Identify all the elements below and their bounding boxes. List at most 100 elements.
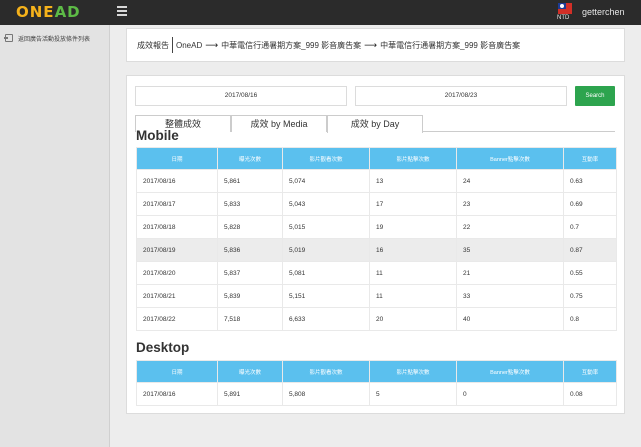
table-cell: 5,861 [217,169,283,193]
table-cell: 23 [456,192,564,216]
table-row: 2017/08/16 5,861 5,074 13 24 0.63 [136,169,617,193]
column-header[interactable]: 曝光次數 [217,147,283,170]
table-header-row: 日期 曝光次數 影片觀看次數 影片點擊次數 Banner點擊次數 互動率 [136,147,617,170]
breadcrumb-item[interactable]: OneAD [176,41,202,50]
table-cell: 2017/08/17 [136,192,218,216]
hamburger-menu-icon[interactable] [117,6,127,18]
table-cell: 24 [456,169,564,193]
table-row: 2017/08/17 5,833 5,043 17 23 0.69 [136,192,617,216]
table-cell: 0.55 [563,261,617,285]
breadcrumb-title: 成效報告 [137,40,169,50]
breadcrumb-item: 中華電信行通暑期方案_999 影音廣告案 [380,40,521,50]
table-cell: 0.7 [563,215,617,239]
table-cell: 17 [369,192,457,216]
search-button[interactable]: Search [575,86,615,106]
breadcrumb-divider [172,37,173,53]
column-header[interactable]: 日期 [136,360,218,383]
table-cell: 0.8 [563,307,617,331]
table-cell: 5,833 [217,192,283,216]
table-cell: 19 [369,215,457,239]
table-row: 2017/08/19 5,836 5,019 16 35 0.87 [136,238,617,262]
table-cell: 2017/08/20 [136,261,218,285]
table-row: 2017/08/18 5,828 5,015 19 22 0.7 [136,215,617,239]
column-header[interactable]: 曝光次數 [217,360,283,383]
arrow-right-icon: ⟶ [364,39,378,50]
table-cell: 2017/08/21 [136,284,218,308]
breadcrumb: 成效報告 OneAD ⟶ 中華電信行通暑期方案_999 影音廣告案 ⟶ 中華電信… [126,28,625,62]
table-cell: 5,074 [282,169,370,193]
table-cell: 2017/08/18 [136,215,218,239]
table-cell: 5,043 [282,192,370,216]
table-cell: 21 [456,261,564,285]
section-title-desktop: Desktop [136,340,190,355]
table-cell: 5,081 [282,261,370,285]
breadcrumb-item[interactable]: 中華電信行通暑期方案_999 影音廣告案 [221,40,361,51]
table-cell: 0.69 [563,192,617,216]
table-cell: 0 [456,382,564,406]
sidebar: 返回廣告活動投放條件列表 [0,25,110,447]
table-cell: 16 [369,238,457,262]
table-cell: 11 [369,261,457,285]
table-cell: 6,633 [282,307,370,331]
table-cell: 0.08 [563,382,617,406]
tab-bar: 整體成效 成效 by Media 成效 by Day [135,115,615,133]
logo-part1: ONE [16,3,55,21]
back-arrow-icon [4,34,13,42]
table-row: 2017/08/22 7,518 6,633 20 40 0.8 [136,307,617,331]
tab-by-media[interactable]: 成效 by Media [231,115,327,132]
column-header[interactable]: 影片點擊次數 [369,360,457,383]
table-header-row: 日期 曝光次數 影片觀看次數 影片點擊次數 Banner點擊次數 互動率 [136,360,617,383]
table-cell: 5 [369,382,457,406]
logo[interactable]: ONEAD [16,4,81,21]
table-cell: 20 [369,307,457,331]
end-date-input[interactable]: 2017/08/23 [355,86,567,106]
table-row: 2017/08/20 5,837 5,081 11 21 0.55 [136,261,617,285]
table-cell: 0.75 [563,284,617,308]
table-cell: 22 [456,215,564,239]
logo-part2: AD [54,3,81,21]
table-cell: 33 [456,284,564,308]
table-cell: 5,837 [217,261,283,285]
column-header[interactable]: Banner點擊次數 [456,147,564,170]
table-cell: 35 [456,238,564,262]
sidebar-item-label: 返回廣告活動投放條件列表 [18,36,91,43]
table-cell: 2017/08/16 [136,169,218,193]
table-row: 2017/08/21 5,839 5,151 11 33 0.75 [136,284,617,308]
table-cell: 5,839 [217,284,283,308]
table-cell: 13 [369,169,457,193]
table-cell: 0.87 [563,238,617,262]
table-cell: 5,015 [282,215,370,239]
mobile-table: 日期 曝光次數 影片觀看次數 影片點擊次數 Banner點擊次數 互動率 2017/08/… [136,147,617,331]
column-header[interactable]: 影片觀看次數 [282,360,370,383]
start-date-input[interactable]: 2017/08/16 [135,86,347,106]
table-cell: 40 [456,307,564,331]
table-cell: 2017/08/22 [136,307,218,331]
table-cell: 5,808 [282,382,370,406]
column-header[interactable]: 影片觀看次數 [282,147,370,170]
table-cell: 5,019 [282,238,370,262]
desktop-table: 日期 曝光次數 影片觀看次數 影片點擊次數 Banner點擊次數 互動率 2017/08/… [136,360,617,406]
column-header[interactable]: 互動率 [563,360,617,383]
table-cell: 11 [369,284,457,308]
table-cell: 2017/08/19 [136,238,218,262]
table-cell: 2017/08/16 [136,382,218,406]
table-row: 2017/08/16 5,891 5,808 5 0 0.08 [136,382,617,406]
currency-label: NTD [557,15,570,21]
column-header[interactable]: 日期 [136,147,218,170]
table-cell: 5,891 [217,382,283,406]
table-cell: 5,151 [282,284,370,308]
column-header[interactable]: 互動率 [563,147,617,170]
table-cell: 5,836 [217,238,283,262]
report-panel: 2017/08/16 2017/08/23 Search 整體成效 成效 by … [126,75,625,414]
table-cell: 5,828 [217,215,283,239]
top-navbar: ONEAD NTD getterchen [0,0,641,25]
username[interactable]: getterchen [582,7,625,17]
column-header[interactable]: Banner點擊次數 [456,360,564,383]
arrow-right-icon: ⟶ [205,39,219,50]
taiwan-flag-icon[interactable] [558,3,572,14]
section-title-mobile: Mobile [136,128,179,143]
table-cell: 7,518 [217,307,283,331]
sidebar-item-back-to-list[interactable]: 返回廣告活動投放條件列表 [0,30,109,46]
column-header[interactable]: 影片點擊次數 [369,147,457,170]
tab-by-day[interactable]: 成效 by Day [327,115,423,133]
